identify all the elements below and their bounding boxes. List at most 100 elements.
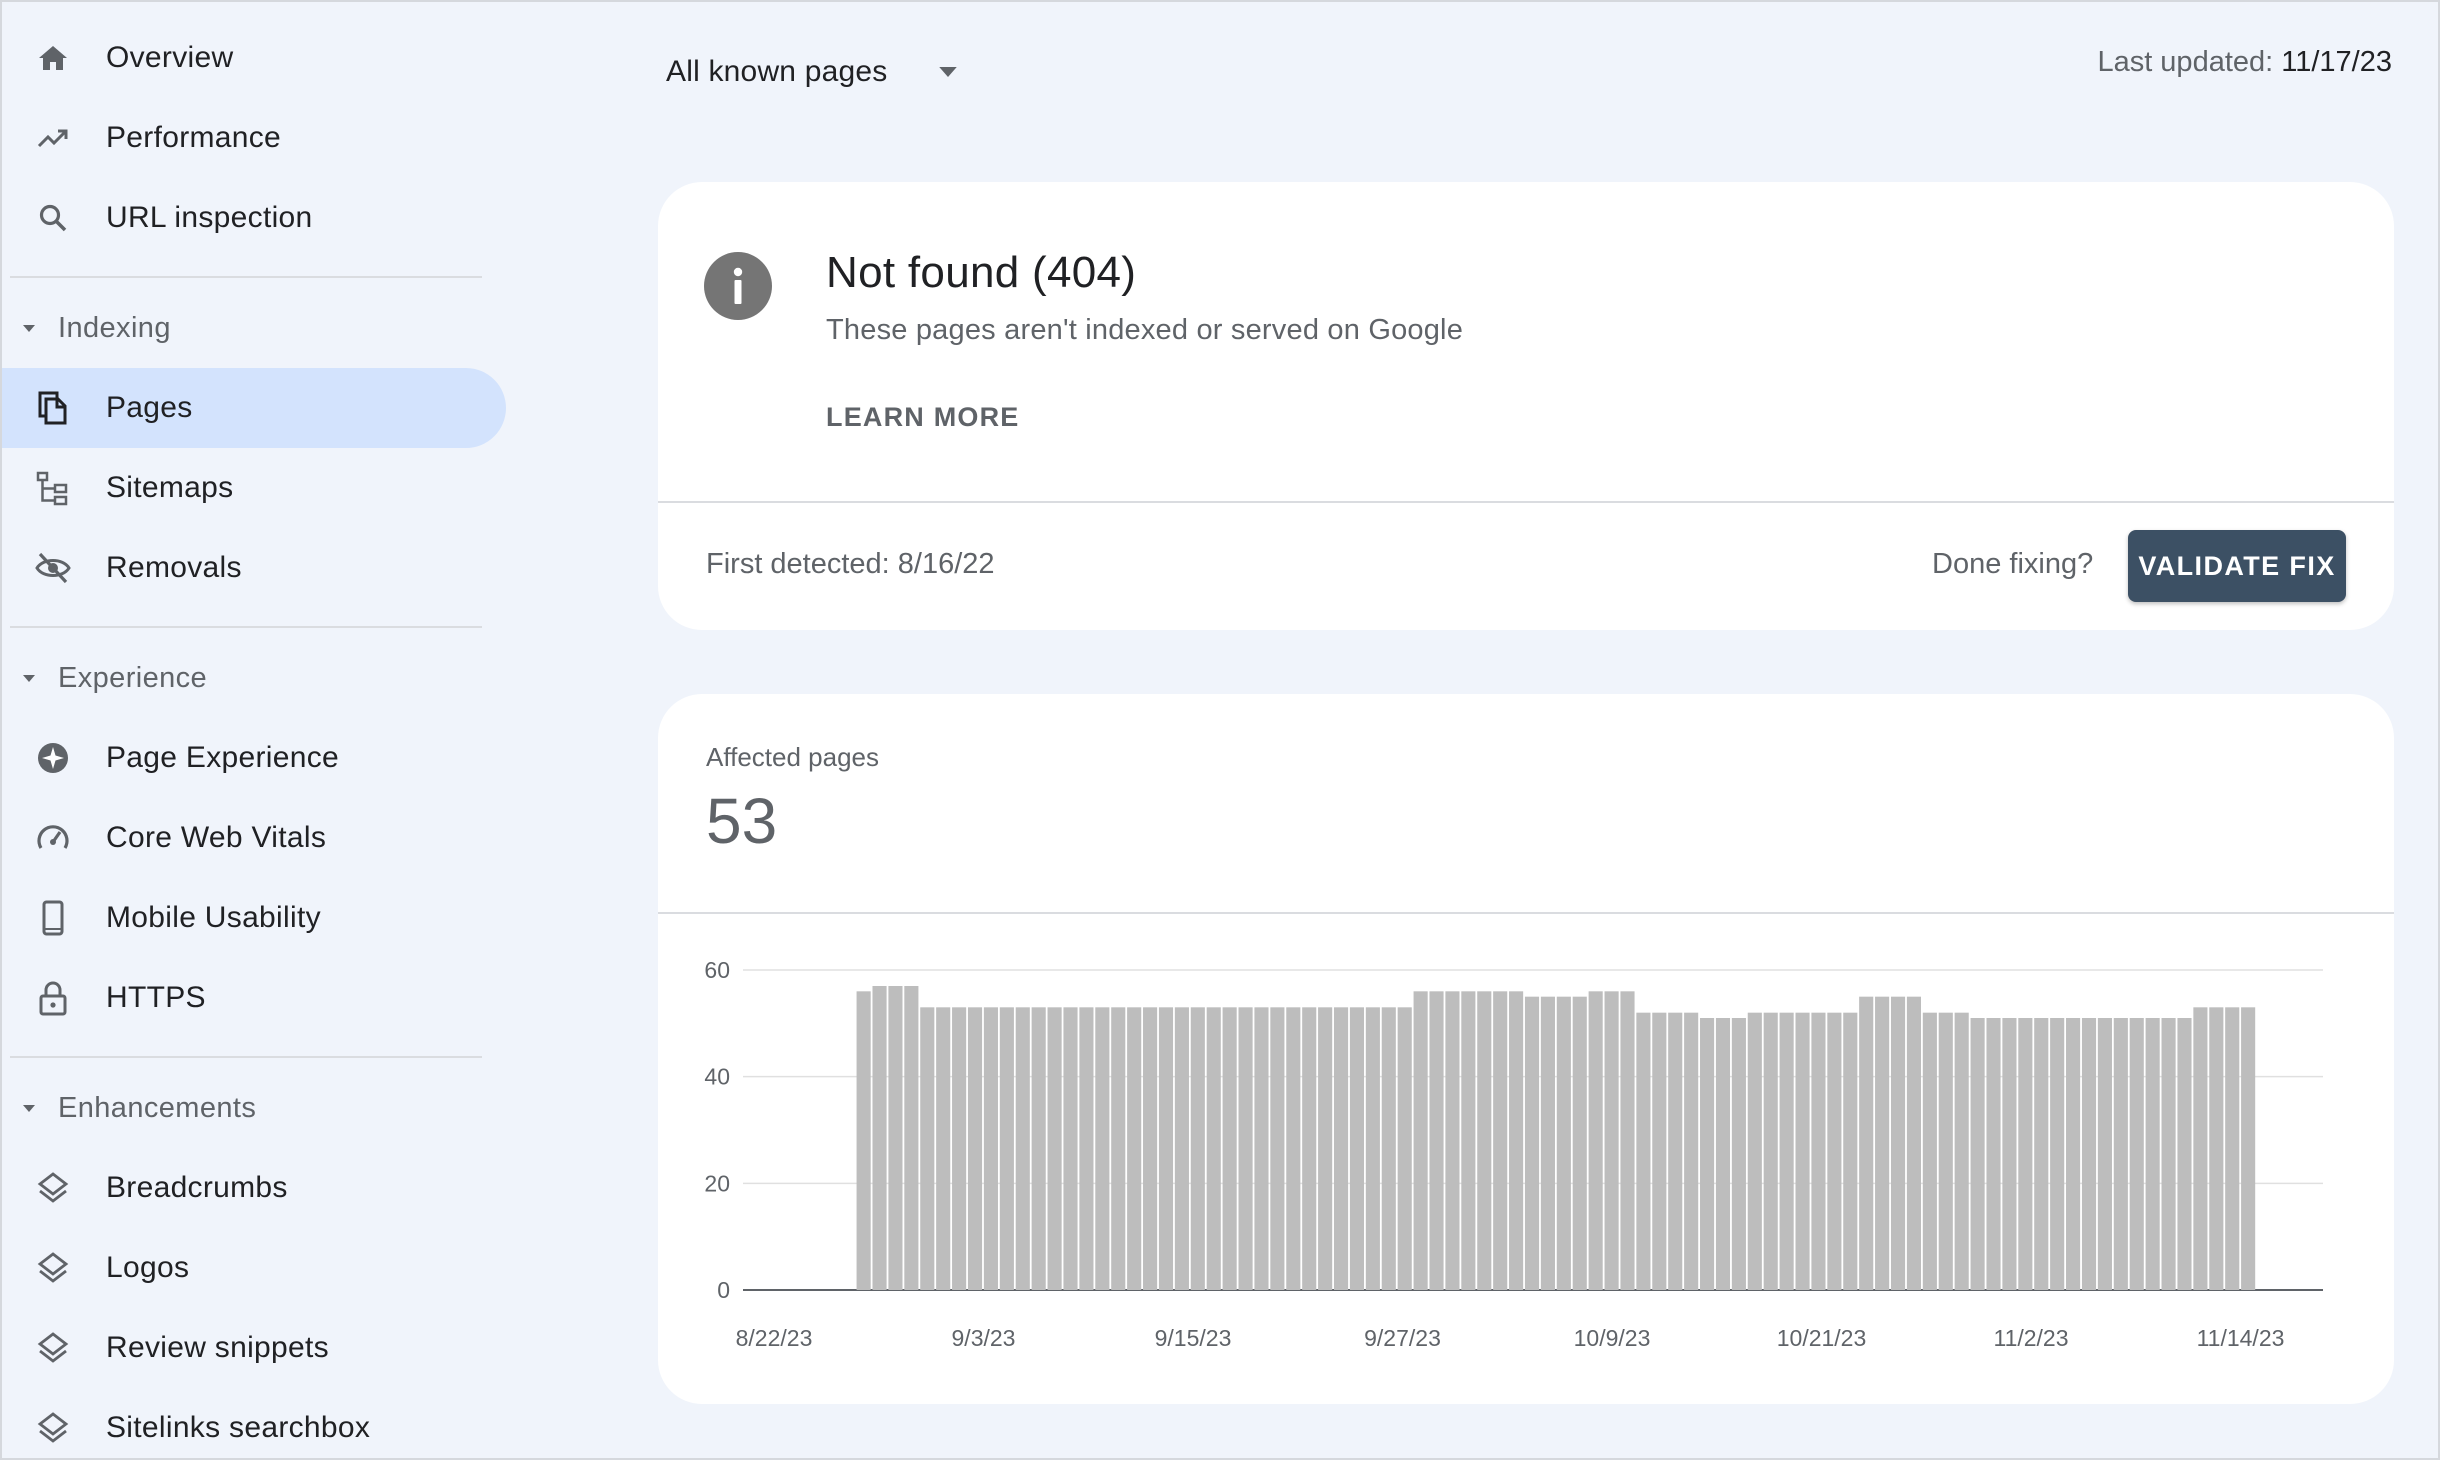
chart-bar[interactable] [1795, 1012, 1810, 1290]
learn-more-link[interactable]: LEARN MORE [826, 402, 1020, 433]
chart-bar[interactable] [1970, 1018, 1985, 1290]
chart-bar[interactable] [904, 986, 919, 1290]
chart-bar[interactable] [967, 1007, 983, 1290]
validate-fix-button[interactable]: VALIDATE FIX [2128, 530, 2346, 602]
chart-bar[interactable] [1206, 1007, 1221, 1290]
chart-bar[interactable] [1715, 1018, 1731, 1290]
chart-bar[interactable] [1556, 996, 1571, 1290]
chart-bar[interactable] [1604, 991, 1619, 1290]
chart-bar[interactable] [920, 1007, 935, 1290]
chart-bar[interactable] [2161, 1018, 2176, 1290]
chart-bar[interactable] [1079, 1007, 1094, 1290]
chart-bar[interactable] [1302, 1007, 1317, 1290]
chart-bar[interactable] [999, 1007, 1014, 1290]
chart-bar[interactable] [1429, 991, 1444, 1290]
chart-bar[interactable] [2034, 1018, 2049, 1290]
chart-bar[interactable] [1461, 991, 1476, 1290]
chart-bar[interactable] [1381, 1007, 1396, 1290]
chart-bar[interactable] [1318, 1007, 1333, 1290]
chart-bar[interactable] [1700, 1018, 1715, 1290]
sidebar-section-enhancements[interactable]: Enhancements [2, 1073, 482, 1143]
chart-bar[interactable] [1827, 1012, 1842, 1290]
chart-bar[interactable] [1588, 991, 1603, 1290]
chart-bar[interactable] [952, 1007, 967, 1290]
chart-bar[interactable] [1143, 1007, 1158, 1290]
chart-bar[interactable] [1779, 1012, 1794, 1290]
sidebar-item-mobile-usability[interactable]: Mobile Usability [2, 878, 506, 958]
chart-bar[interactable] [1906, 996, 1921, 1290]
chart-bar[interactable] [1524, 996, 1540, 1290]
chart-bar[interactable] [1238, 1007, 1253, 1290]
chart-bar[interactable] [856, 991, 871, 1290]
chart-bar[interactable] [2225, 1007, 2240, 1290]
chart-bar[interactable] [1190, 1007, 1205, 1290]
chart-bar[interactable] [1349, 1007, 1365, 1290]
chart-bar[interactable] [2081, 1018, 2097, 1290]
chart-bar[interactable] [1111, 1007, 1126, 1290]
chart-bar[interactable] [1843, 1012, 1858, 1290]
chart-bar[interactable] [1652, 1012, 1667, 1290]
chart-bar[interactable] [1636, 1012, 1651, 1290]
chart-bar[interactable] [1222, 1007, 1237, 1290]
chart-bar[interactable] [1731, 1018, 1746, 1290]
chart-bar[interactable] [1922, 1012, 1937, 1290]
chart-bar[interactable] [1540, 996, 1555, 1290]
sidebar-item-logos[interactable]: Logos [2, 1228, 506, 1308]
chart-bar[interactable] [2241, 1007, 2256, 1290]
chart-bar[interactable] [2018, 1018, 2033, 1290]
chart-bar[interactable] [1063, 1007, 1078, 1290]
chart-bar[interactable] [1493, 991, 1508, 1290]
chart-bar[interactable] [2209, 1007, 2224, 1290]
sidebar-item-performance[interactable]: Performance [2, 98, 506, 178]
chart-bar[interactable] [1684, 1012, 1699, 1290]
chart-bar[interactable] [1620, 991, 1635, 1290]
chart-bar[interactable] [888, 986, 903, 1290]
chart-bar[interactable] [983, 1007, 998, 1290]
chart-bar[interactable] [1747, 1012, 1762, 1290]
chart-bar[interactable] [1365, 1007, 1380, 1290]
sidebar-section-indexing[interactable]: Indexing [2, 293, 482, 363]
chart-bar[interactable] [1174, 1007, 1189, 1290]
sidebar-item-review-snippets[interactable]: Review snippets [2, 1308, 506, 1388]
chart-bar[interactable] [2177, 1018, 2192, 1290]
chart-bar[interactable] [1015, 1007, 1030, 1290]
chart-bar[interactable] [1158, 1007, 1174, 1290]
chart-bar[interactable] [1047, 1007, 1062, 1290]
chart-bar[interactable] [1938, 1012, 1953, 1290]
sidebar-item-core-web-vitals[interactable]: Core Web Vitals [2, 798, 506, 878]
chart-bar[interactable] [1031, 1007, 1046, 1290]
sidebar-item-https[interactable]: HTTPS [2, 958, 506, 1038]
chart-bar[interactable] [2097, 1018, 2112, 1290]
chart-bar[interactable] [1286, 1007, 1301, 1290]
chart-bar[interactable] [1668, 1012, 1683, 1290]
chart-bar[interactable] [2193, 1007, 2208, 1290]
chart-bar[interactable] [1127, 1007, 1142, 1290]
sidebar-item-page-experience[interactable]: Page Experience [2, 718, 506, 798]
chart-bar[interactable] [1986, 1018, 2001, 1290]
chart-bar[interactable] [1509, 991, 1524, 1290]
chart-bar[interactable] [872, 986, 887, 1290]
chart-bar[interactable] [1875, 996, 1890, 1290]
sidebar-item-url-inspection[interactable]: URL inspection [2, 178, 506, 258]
chart-bar[interactable] [1859, 996, 1874, 1290]
chart-bar[interactable] [1333, 1007, 1349, 1290]
chart-bar[interactable] [1954, 1012, 1969, 1290]
chart-bar[interactable] [1477, 991, 1492, 1290]
chart-bar[interactable] [1254, 1007, 1269, 1290]
sidebar-item-breadcrumbs[interactable]: Breadcrumbs [2, 1148, 506, 1228]
sidebar-item-sitemaps[interactable]: Sitemaps [2, 448, 506, 528]
sidebar-item-pages[interactable]: Pages [2, 368, 506, 448]
sidebar-item-overview[interactable]: Overview [2, 18, 506, 98]
chart-bar[interactable] [1890, 996, 1906, 1290]
chart-bar[interactable] [1572, 996, 1587, 1290]
chart-bar[interactable] [1397, 1007, 1412, 1290]
chart-bar[interactable] [1095, 1007, 1110, 1290]
chart-bar[interactable] [2113, 1018, 2128, 1290]
chart-bar[interactable] [1445, 991, 1460, 1290]
chart-bar[interactable] [2145, 1018, 2160, 1290]
chart-bar[interactable] [2129, 1018, 2144, 1290]
chart-bar[interactable] [936, 1007, 951, 1290]
sidebar-item-removals[interactable]: Removals [2, 528, 506, 608]
chart-bar[interactable] [1270, 1007, 1285, 1290]
chart-bar[interactable] [2066, 1018, 2081, 1290]
